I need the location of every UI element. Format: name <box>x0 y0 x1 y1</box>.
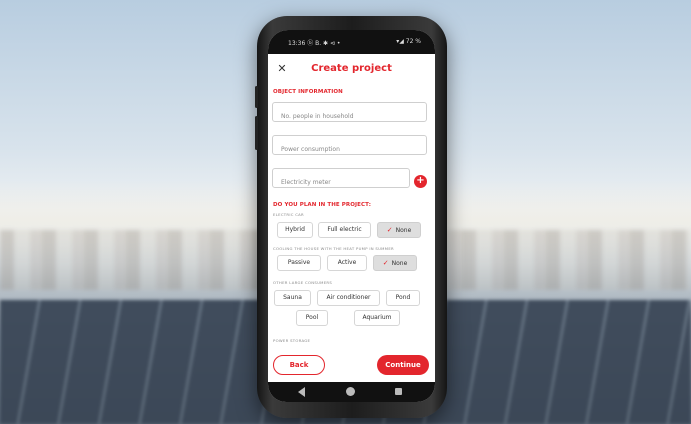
chip-sauna[interactable]: Sauna <box>274 290 311 306</box>
label-consumers: OTHER LARGE CONSUMERS <box>273 280 333 285</box>
chip-full-electric[interactable]: Full electric <box>318 222 371 238</box>
section-title-plan: DO YOU PLAN IN THE PROJECT: <box>273 202 372 208</box>
meter-field[interactable] <box>272 168 410 192</box>
chip-label: None <box>391 260 408 267</box>
nav-home-icon[interactable] <box>346 387 355 396</box>
footer-actions: Back Continue <box>268 352 435 382</box>
people-input[interactable] <box>273 107 426 126</box>
power-field[interactable] <box>272 135 427 159</box>
phone-side-button <box>255 86 258 108</box>
nav-recent-icon[interactable] <box>395 388 402 395</box>
chip-aquarium[interactable]: Aquarium <box>354 310 400 326</box>
section-title-object-info: OBJECT INFORMATION <box>273 89 343 95</box>
label-electric-car: ELECTRIC CAR <box>273 212 304 217</box>
chip-pond[interactable]: Pond <box>386 290 420 306</box>
add-meter-button[interactable]: + <box>414 175 427 188</box>
android-nav-bar <box>268 382 435 402</box>
back-button[interactable]: Back <box>273 355 325 375</box>
chip-cooling-none[interactable]: ✓ None <box>373 255 417 271</box>
chip-hybrid[interactable]: Hybrid <box>277 222 313 238</box>
chip-car-none[interactable]: ✓ None <box>377 222 421 238</box>
check-icon: ✓ <box>386 226 393 234</box>
check-icon: ✓ <box>382 259 389 267</box>
nav-back-icon[interactable] <box>298 387 305 397</box>
continue-button[interactable]: Continue <box>377 355 429 375</box>
phone-screen: 13:36 ⓑ B. ✱ ⊲ • ▾◢ 72 % ✕ Create projec… <box>268 30 435 402</box>
status-time: 13:36 ⓑ B. ✱ ⊲ • <box>288 40 341 47</box>
meter-input[interactable] <box>273 173 409 192</box>
power-input[interactable] <box>273 140 426 159</box>
phone-side-button <box>255 116 258 150</box>
phone-frame: 13:36 ⓑ B. ✱ ⊲ • ▾◢ 72 % ✕ Create projec… <box>255 16 447 418</box>
status-icons: ▾◢ 72 % <box>396 38 421 45</box>
chip-label: None <box>395 227 412 234</box>
page-title: Create project <box>311 63 392 74</box>
chip-pool[interactable]: Pool <box>296 310 328 326</box>
form-content[interactable]: OBJECT INFORMATION + DO YOU PLAN IN THE … <box>268 84 435 352</box>
chip-air-conditioner[interactable]: Air conditioner <box>317 290 380 306</box>
app-bar: ✕ Create project <box>268 54 435 84</box>
people-field[interactable] <box>272 102 427 126</box>
label-cooling: COOLING THE HOUSE WITH THE HEAT PUMP IN … <box>273 246 394 251</box>
chip-passive[interactable]: Passive <box>277 255 321 271</box>
label-power-storage: POWER STORAGE <box>273 338 311 343</box>
status-bar: 13:36 ⓑ B. ✱ ⊲ • ▾◢ 72 % <box>268 30 435 54</box>
chip-active[interactable]: Active <box>327 255 367 271</box>
